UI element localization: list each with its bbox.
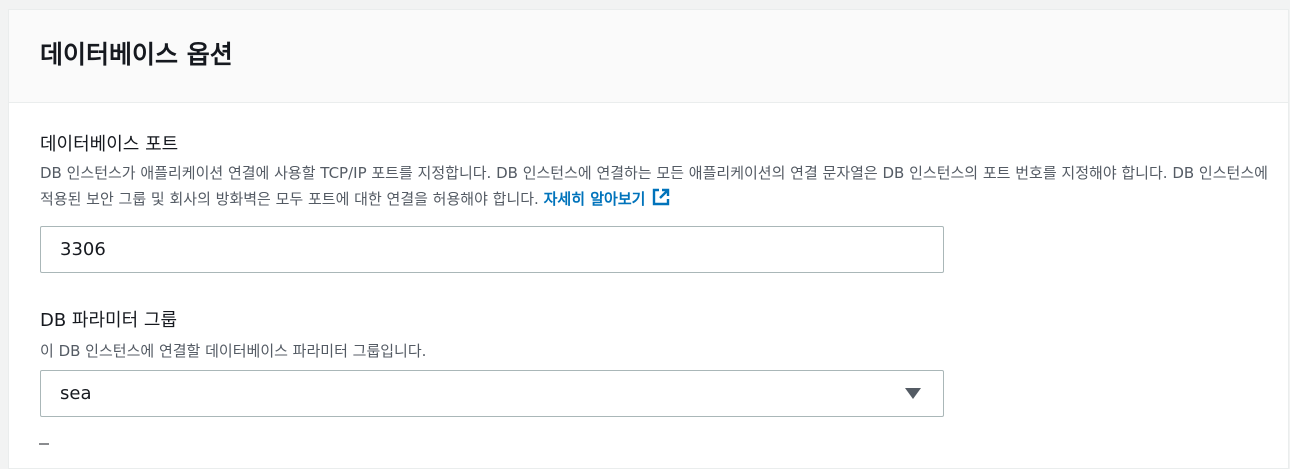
param-group-select[interactable]: sea	[40, 370, 944, 417]
port-description: DB 인스턴스가 애플리케이션 연결에 사용할 TCP/IP 포트를 지정합니다…	[40, 160, 1270, 215]
caret-down-icon[interactable]	[905, 388, 921, 399]
database-options-panel: 데이터베이스 옵션 데이터베이스 포트 DB 인스턴스가 애플리케이션 연결에 …	[8, 9, 1289, 469]
panel-header: 데이터베이스 옵션	[9, 10, 1288, 103]
param-group-label: DB 파라미터 그룹	[40, 310, 178, 331]
port-input[interactable]: 3306	[40, 226, 944, 273]
learn-more-link-text[interactable]: 자세히 알아보기	[544, 190, 646, 208]
next-field-label-cutoff	[39, 443, 49, 449]
panel-title: 데이터베이스 옵션	[40, 40, 233, 69]
port-label: 데이터베이스 포트	[40, 134, 179, 155]
param-group-description: 이 DB 인스턴스에 연결할 데이터베이스 파라미터 그룹입니다.	[40, 342, 427, 360]
param-group-selected-value[interactable]: sea	[60, 383, 91, 404]
external-link-icon[interactable]	[651, 187, 671, 215]
learn-more-link[interactable]: 자세히 알아보기	[544, 188, 672, 208]
